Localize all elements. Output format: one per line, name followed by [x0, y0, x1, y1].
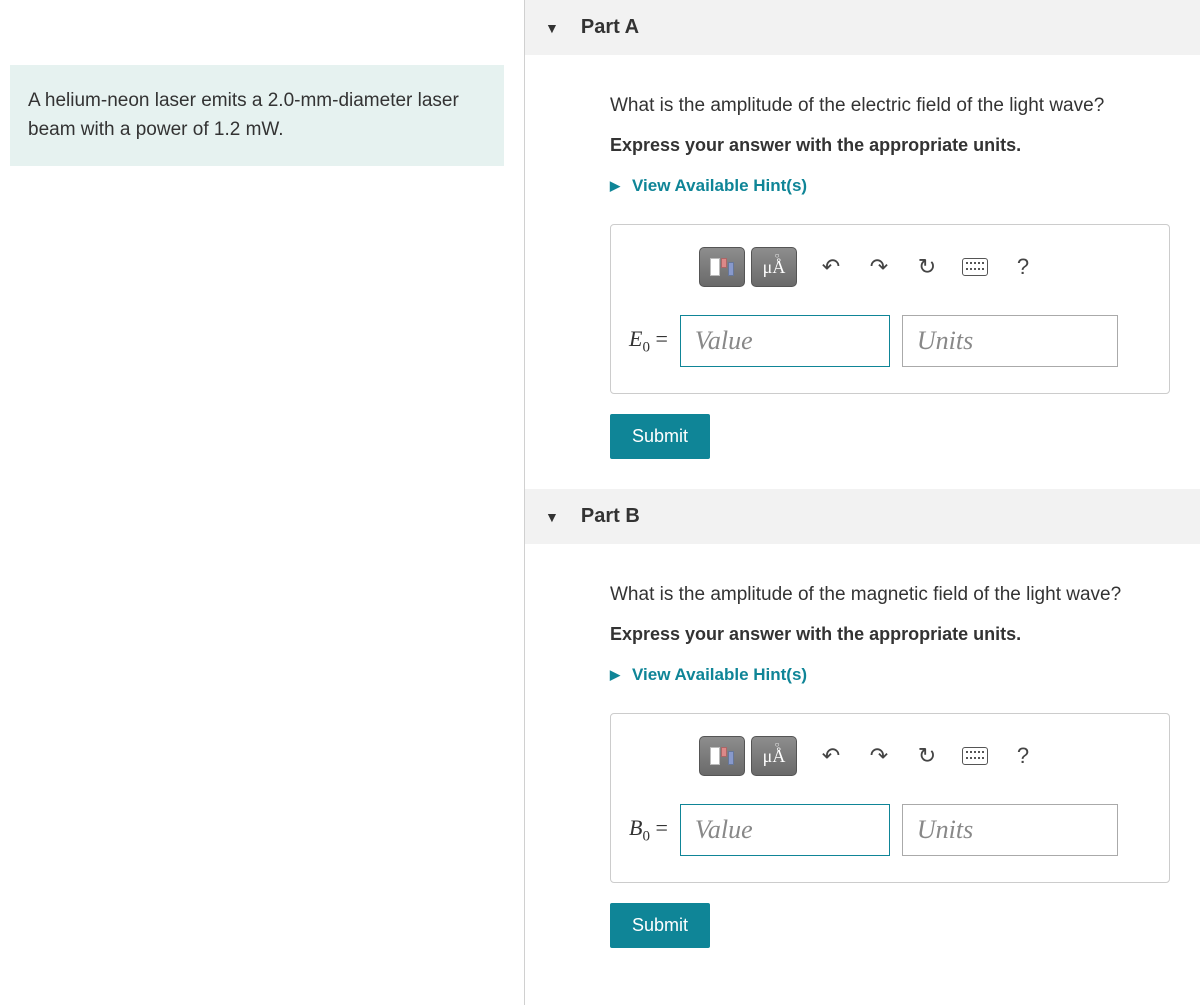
help-icon[interactable]: ?: [1009, 254, 1037, 280]
help-icon[interactable]: ?: [1009, 743, 1037, 769]
chevron-down-icon: ▼: [545, 509, 559, 525]
part-a-toolbar: μÅ○ ↶ ↷ ↻ ?: [629, 247, 1151, 287]
part-a-hints-toggle[interactable]: ▶ View Available Hint(s): [610, 176, 1170, 196]
part-a-value-input[interactable]: [680, 315, 890, 367]
part-b-toolbar: μÅ○ ↶ ↷ ↻ ?: [629, 736, 1151, 776]
undo-icon[interactable]: ↶: [817, 743, 845, 769]
problem-statement: A helium-neon laser emits a 2.0-mm-diame…: [10, 65, 504, 166]
keyboard-icon[interactable]: [961, 747, 989, 765]
hints-label: View Available Hint(s): [632, 176, 807, 196]
part-b-units-input[interactable]: [902, 804, 1118, 856]
templates-icon[interactable]: [699, 247, 745, 287]
answer-column: ▼ Part A What is the amplitude of the el…: [525, 0, 1200, 1005]
symbols-icon[interactable]: μÅ○: [751, 247, 797, 287]
chevron-down-icon: ▼: [545, 20, 559, 36]
part-b-body: What is the amplitude of the magnetic fi…: [525, 544, 1200, 978]
templates-icon[interactable]: [699, 736, 745, 776]
symbols-icon[interactable]: μÅ○: [751, 736, 797, 776]
part-a-answer-box: μÅ○ ↶ ↷ ↻ ? E0 =: [610, 224, 1170, 394]
part-b-submit-button[interactable]: Submit: [610, 903, 710, 948]
part-b-header[interactable]: ▼ Part B: [525, 489, 1200, 544]
reset-icon[interactable]: ↻: [913, 743, 941, 769]
part-b-question: What is the amplitude of the magnetic fi…: [610, 584, 1170, 606]
part-b-input-row: B0 =: [629, 804, 1151, 856]
part-a-units-input[interactable]: [902, 315, 1118, 367]
keyboard-icon[interactable]: [961, 258, 989, 276]
undo-icon[interactable]: ↶: [817, 254, 845, 280]
part-b-variable-label: B0 =: [629, 815, 668, 845]
part-a-submit-button[interactable]: Submit: [610, 414, 710, 459]
part-a-body: What is the amplitude of the electric fi…: [525, 55, 1200, 489]
part-a-variable-label: E0 =: [629, 326, 668, 356]
hints-label: View Available Hint(s): [632, 665, 807, 685]
part-b-hints-toggle[interactable]: ▶ View Available Hint(s): [610, 665, 1170, 685]
chevron-right-icon: ▶: [610, 178, 620, 194]
part-a-input-row: E0 =: [629, 315, 1151, 367]
problem-column: A helium-neon laser emits a 2.0-mm-diame…: [0, 0, 525, 1005]
part-b-title: Part B: [581, 505, 640, 528]
part-a-instruction: Express your answer with the appropriate…: [610, 135, 1170, 156]
part-b-instruction: Express your answer with the appropriate…: [610, 624, 1170, 645]
redo-icon[interactable]: ↷: [865, 254, 893, 280]
redo-icon[interactable]: ↷: [865, 743, 893, 769]
reset-icon[interactable]: ↻: [913, 254, 941, 280]
part-b-answer-box: μÅ○ ↶ ↷ ↻ ? B0 =: [610, 713, 1170, 883]
part-a-title: Part A: [581, 16, 639, 39]
part-a-question: What is the amplitude of the electric fi…: [610, 95, 1170, 117]
chevron-right-icon: ▶: [610, 667, 620, 683]
part-b-value-input[interactable]: [680, 804, 890, 856]
part-a-header[interactable]: ▼ Part A: [525, 0, 1200, 55]
